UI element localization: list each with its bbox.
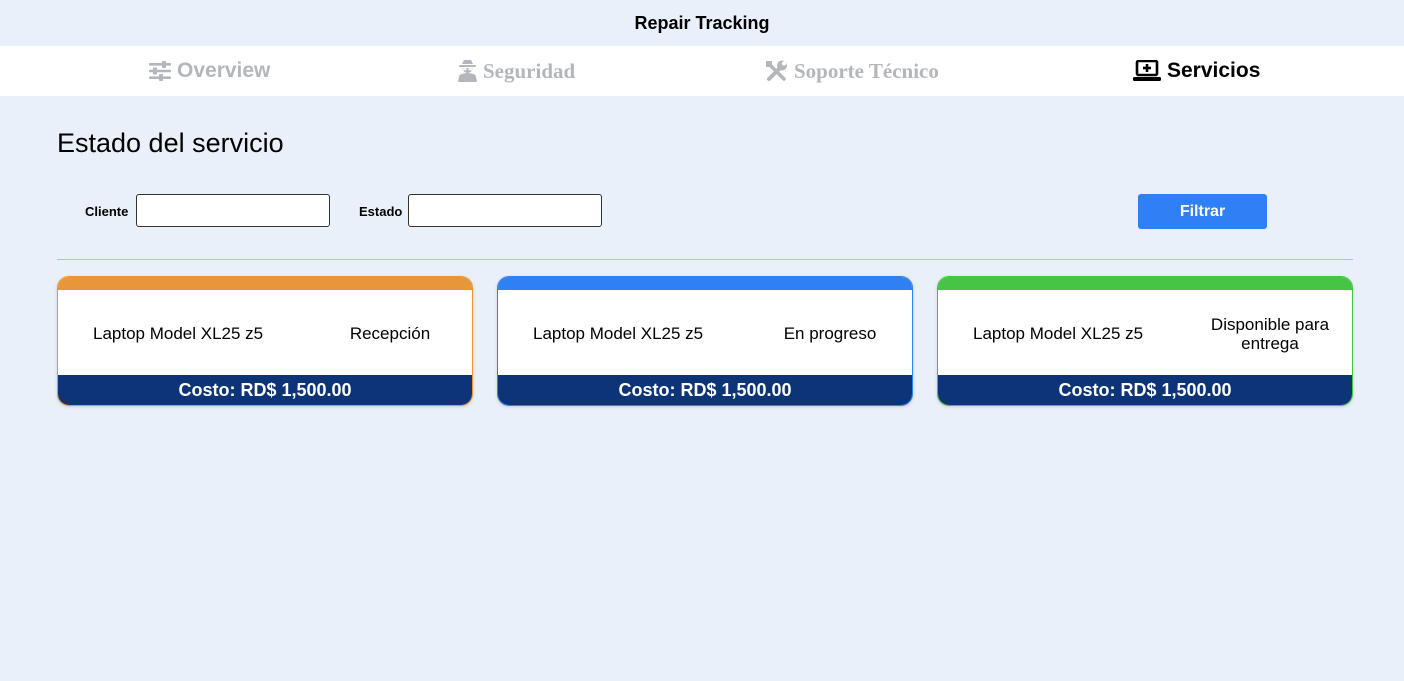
estado-label: Estado — [359, 204, 403, 219]
tab-servicios-label: Servicios — [1167, 59, 1261, 82]
tab-overview-label: Overview — [177, 59, 271, 82]
cliente-input[interactable] — [136, 194, 330, 227]
service-cost: Costo: RD$ 1,500.00 — [498, 375, 912, 405]
page-title: Estado del servicio — [57, 128, 284, 158]
device-model: Laptop Model XL25 z5 — [93, 323, 264, 343]
tab-soporte-tecnico[interactable]: Soporte Técnico — [765, 46, 939, 96]
service-card[interactable]: Laptop Model XL25 z5 Recepción Costo: RD… — [57, 276, 473, 406]
cliente-label: Cliente — [85, 204, 129, 219]
app-title: Repair Tracking — [634, 12, 770, 33]
card-body: Laptop Model XL25 z5 En progreso — [498, 290, 912, 377]
service-status: Disponible para entrega — [1210, 314, 1330, 353]
tab-seguridad[interactable]: Seguridad — [458, 46, 575, 96]
sliders-icon — [149, 61, 171, 81]
service-card[interactable]: Laptop Model XL25 z5 Disponible para ent… — [937, 276, 1353, 406]
tab-seguridad-label: Seguridad — [483, 58, 576, 83]
device-model: Laptop Model XL25 z5 — [973, 323, 1144, 343]
user-secret-icon — [458, 60, 477, 82]
card-body: Laptop Model XL25 z5 Recepción — [58, 290, 472, 377]
tab-soporte-tecnico-label: Soporte Técnico — [794, 58, 939, 83]
divider — [57, 259, 1353, 260]
estado-input[interactable] — [408, 194, 602, 227]
tab-servicios[interactable]: Servicios — [1133, 46, 1260, 96]
status-color-bar — [498, 277, 912, 290]
device-model: Laptop Model XL25 z5 — [533, 323, 704, 343]
service-cost: Costo: RD$ 1,500.00 — [58, 375, 472, 405]
service-status: Recepción — [349, 324, 431, 343]
tools-icon — [765, 60, 788, 83]
card-body: Laptop Model XL25 z5 Disponible para ent… — [938, 290, 1352, 377]
service-cost: Costo: RD$ 1,500.00 — [938, 375, 1352, 405]
laptop-medical-icon — [1133, 60, 1161, 82]
status-color-bar — [938, 277, 1352, 290]
tab-overview[interactable]: Overview — [149, 46, 270, 96]
service-status: En progreso — [783, 324, 877, 343]
tab-bar: Overview Seguridad Soporte Técnico Servi… — [0, 46, 1404, 96]
filtrar-button[interactable]: Filtrar — [1138, 194, 1267, 229]
status-color-bar — [58, 277, 472, 290]
service-card[interactable]: Laptop Model XL25 z5 En progreso Costo: … — [497, 276, 913, 406]
